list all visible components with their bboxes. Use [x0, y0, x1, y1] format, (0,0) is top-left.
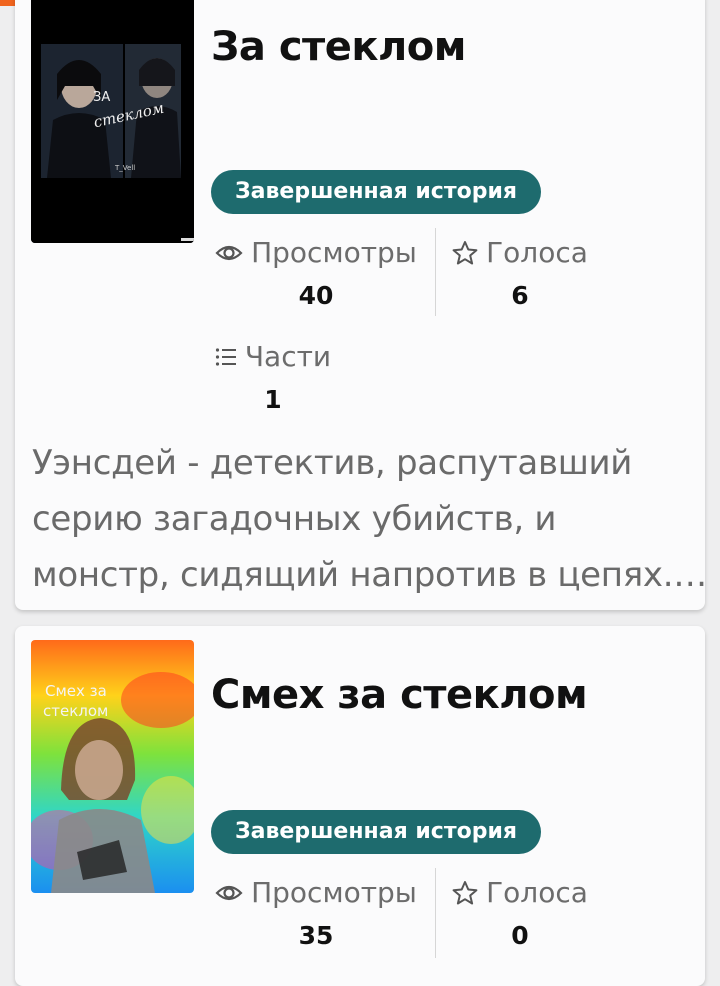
cover-title-line1: Смех за [45, 682, 107, 700]
status-badge: Завершенная история [211, 170, 541, 214]
story-description: Уэнсдей - детектив, распутавший серию за… [32, 435, 707, 603]
eye-icon [215, 245, 243, 260]
stat-divider [435, 868, 436, 958]
stat-views-value: 35 [298, 921, 334, 950]
stat-views-label: Просмотры [251, 876, 417, 909]
stat-views: Просмотры 40 [210, 236, 422, 310]
eye-icon [215, 885, 243, 900]
stat-views-label: Просмотры [251, 236, 417, 269]
stat-views-value: 40 [298, 281, 334, 310]
story-title[interactable]: Смех за стеклом [211, 672, 588, 718]
story-cover-image[interactable]: ЗА стеклом T_Vell [31, 0, 194, 243]
story-card[interactable]: Смех за стеклом Смех за стеклом Завершен… [15, 626, 705, 986]
story-card[interactable]: ЗА стеклом T_Vell За стеклом Завершенная… [15, 0, 707, 610]
cover-art [31, 640, 194, 893]
stat-divider [435, 228, 436, 316]
stat-votes-label: Голоса [486, 236, 588, 269]
stat-votes-value: 0 [511, 921, 529, 950]
stat-votes-value: 6 [511, 281, 529, 310]
star-icon [452, 240, 478, 264]
cover-title-line1: ЗА [93, 90, 111, 105]
story-cover-image[interactable]: Смех за стеклом [31, 640, 194, 893]
star-icon [452, 880, 478, 904]
status-badge: Завершенная история [211, 810, 541, 854]
stat-votes: Голоса 6 [445, 236, 595, 310]
stat-views: Просмотры 35 [210, 876, 422, 950]
description-line: серию загадочных убийств, и [32, 499, 557, 539]
cover-title-line2: стеклом [43, 702, 109, 720]
cover-author: T_Vell [115, 164, 136, 172]
story-title[interactable]: За стеклом [211, 24, 466, 70]
stat-parts-label: Части [244, 340, 332, 373]
list-icon [215, 347, 236, 366]
stat-votes-label: Голоса [486, 876, 588, 909]
description-line: Уэнсдей - детектив, распутавший [32, 443, 633, 483]
stat-votes: Голоса 0 [445, 876, 595, 950]
stat-parts-value: 1 [264, 385, 282, 414]
stat-parts: Части 1 [205, 340, 341, 414]
description-line: монстр, сидящий напротив в цепях.… [32, 555, 707, 595]
